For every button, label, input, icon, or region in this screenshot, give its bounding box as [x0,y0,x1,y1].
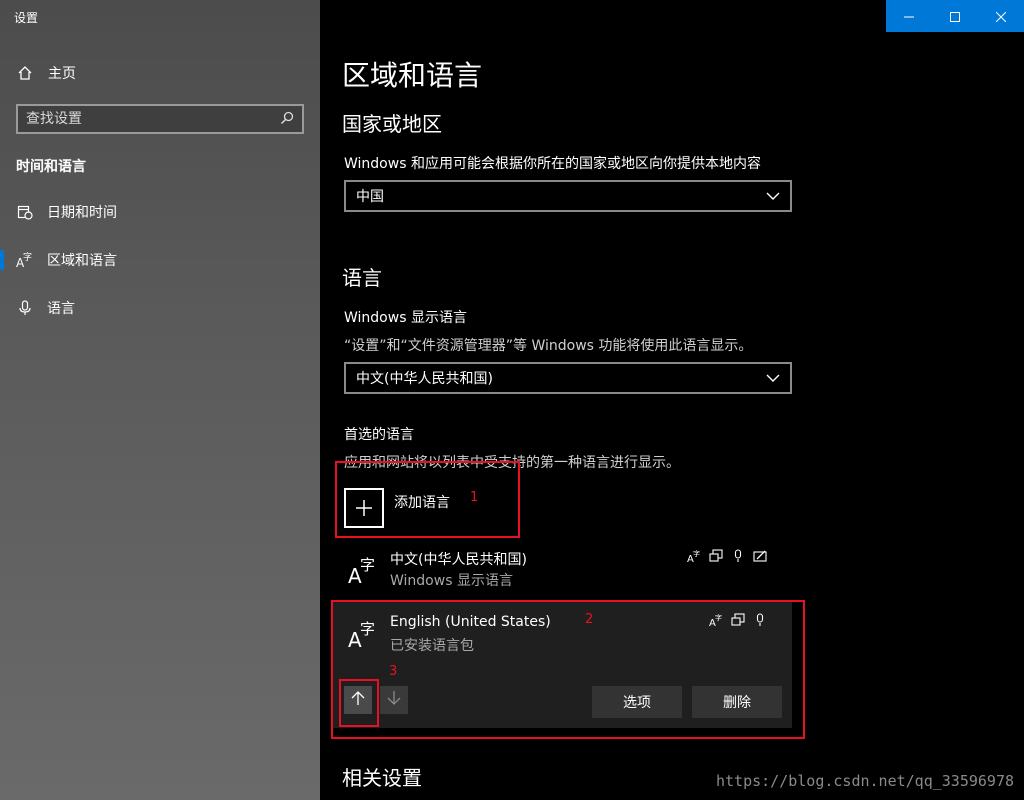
search-input[interactable] [26,111,280,127]
section-title: 时间和语言 [16,159,86,175]
sidebar-item-label: 语言 [47,301,75,317]
language-list-item-zh-cn[interactable]: A字 中文(中华人民共和国) Windows 显示语言 A字 [332,548,792,592]
sidebar-item-speech[interactable]: 语言 [0,290,320,326]
annotation-marker-1: 1 [470,490,479,505]
app-title: 设置 [14,11,39,25]
home-icon [16,64,34,82]
region-heading: 国家或地区 [342,112,442,136]
close-button[interactable] [978,0,1024,32]
minimize-icon [904,7,914,26]
language-features: A字 [686,548,768,564]
search-box[interactable] [16,104,304,134]
home-label: 主页 [48,66,76,82]
keyboard-icon [730,612,746,628]
page-title: 区域和语言 [342,59,483,92]
keyboard-icon [708,548,724,564]
speech-icon [752,612,768,628]
close-icon [995,7,1007,26]
language-name: 中文(中华人民共和国) [390,552,527,568]
maximize-icon [950,7,960,26]
display-language-icon: A字 [708,612,724,628]
sidebar-item-region-language[interactable]: A字 区域和语言 [0,242,320,278]
region-dropdown[interactable]: 中国 [344,180,792,212]
language-list-item-en-us[interactable]: A字 English (United States) 已安装语言包 A字 选项 … [332,602,792,728]
speech-icon [730,548,746,564]
sidebar: 设置 主页 时间和语言 日期和时间 A字 区域和语言 语言 [0,0,320,800]
search-icon[interactable] [280,110,294,129]
language-heading: 语言 [342,266,382,290]
region-selected-value: 中国 [356,189,384,205]
language-icon: A字 [16,251,34,269]
svg-text:字: 字 [23,251,32,263]
sidebar-item-date-time[interactable]: 日期和时间 [0,194,320,230]
display-language-description: “设置”和“文件资源管理器”等 Windows 功能将使用此语言显示。 [344,338,753,354]
svg-text:字: 字 [360,556,375,574]
move-down-button[interactable] [380,686,408,714]
svg-text:字: 字 [360,620,375,638]
related-settings-heading: 相关设置 [342,766,422,790]
arrow-down-icon [387,690,401,710]
plus-icon [344,488,384,528]
options-button[interactable]: 选项 [592,686,682,718]
sidebar-item-label: 日期和时间 [47,205,117,221]
preferred-languages-description: 应用和网站将以列表中受支持的第一种语言进行显示。 [344,455,680,471]
microphone-icon [16,299,34,317]
svg-text:字: 字 [693,549,700,558]
annotation-marker-3: 3 [389,664,398,679]
language-status: Windows 显示语言 [390,573,513,589]
chevron-down-icon [766,370,780,386]
language-icon: A字 [346,554,378,588]
minimize-button[interactable] [886,0,932,32]
clock-calendar-icon [16,203,34,221]
svg-text:字: 字 [715,613,722,622]
sidebar-item-label: 区域和语言 [47,253,117,269]
home-nav-item[interactable]: 主页 [16,62,76,84]
display-language-icon: A字 [686,548,702,564]
language-features: A字 [708,612,768,628]
main-content: 区域和语言 国家或地区 Windows 和应用可能会根据你所在的国家或地区向你提… [320,0,1024,800]
language-status: 已安装语言包 [390,638,474,654]
display-language-label: Windows 显示语言 [344,310,467,326]
maximize-button[interactable] [932,0,978,32]
handwriting-icon [752,548,768,564]
remove-button[interactable]: 删除 [692,686,782,718]
preferred-languages-label: 首选的语言 [344,427,414,443]
region-description: Windows 和应用可能会根据你所在的国家或地区向你提供本地内容 [344,156,761,172]
window-controls [886,0,1024,32]
language-icon: A字 [346,618,378,652]
chevron-down-icon [766,188,780,204]
display-language-dropdown[interactable]: 中文(中华人民共和国) [344,362,792,394]
watermark: https://blog.csdn.net/qq_33596978 [715,772,1014,790]
language-name: English (United States) [390,614,551,630]
add-language-label: 添加语言 [394,495,450,511]
display-language-selected-value: 中文(中华人民共和国) [356,371,493,387]
add-language-button[interactable]: 添加语言 [344,488,450,528]
move-up-button[interactable] [344,686,372,714]
arrow-up-icon [351,690,365,710]
annotation-marker-2: 2 [585,612,594,627]
